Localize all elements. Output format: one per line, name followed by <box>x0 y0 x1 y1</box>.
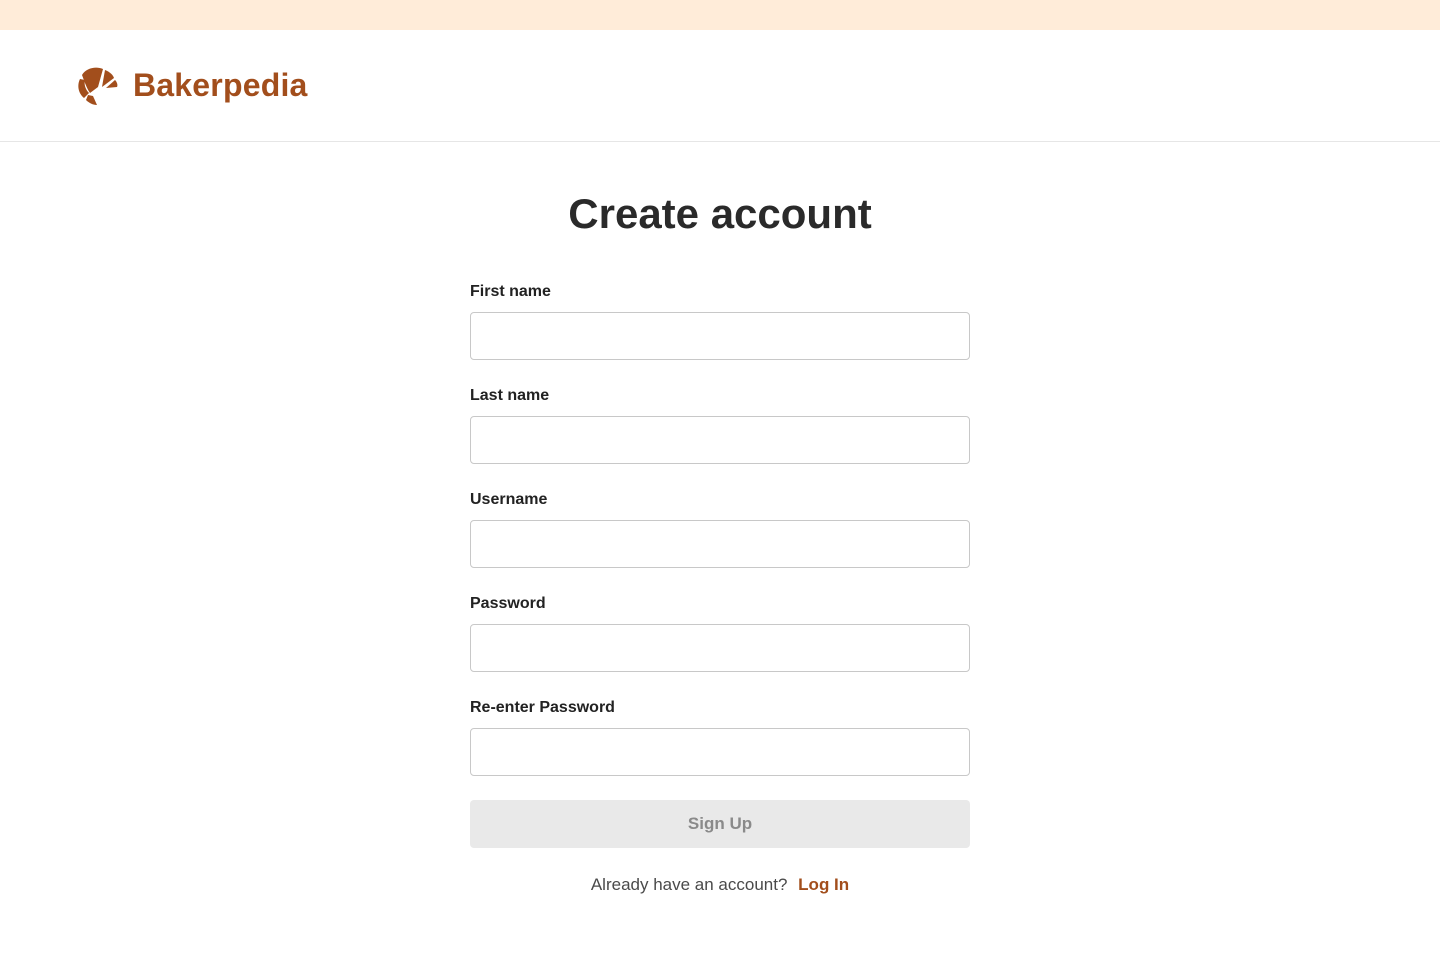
password-label: Password <box>470 595 546 612</box>
signup-form: First name Last name Username Password R… <box>470 282 970 848</box>
login-prompt-row: Already have an account? Log In <box>470 874 970 896</box>
first-name-input[interactable] <box>470 312 970 360</box>
site-header: Bakerpedia <box>0 30 1440 142</box>
password-input[interactable] <box>470 624 970 672</box>
page-title: Create account <box>568 190 872 237</box>
croissant-icon <box>78 67 118 105</box>
signup-main: Create account First name Last name User… <box>470 142 970 896</box>
brand-name: Bakerpedia <box>133 67 308 103</box>
last-name-label: Last name <box>470 387 550 404</box>
username-label: Username <box>470 491 548 508</box>
confirm-password-input[interactable] <box>470 728 970 776</box>
last-name-input[interactable] <box>470 416 970 464</box>
password-field: Password <box>470 594 970 672</box>
username-field: Username <box>470 490 970 568</box>
confirm-password-label: Re-enter Password <box>470 699 615 716</box>
confirm-password-field: Re-enter Password <box>470 698 970 776</box>
login-prompt-text: Already have an account? <box>590 875 788 894</box>
first-name-label: First name <box>470 283 551 300</box>
sign-up-button[interactable]: Sign Up <box>470 800 970 848</box>
log-in-link[interactable]: Log In <box>798 875 849 894</box>
first-name-field: First name <box>470 282 970 360</box>
username-input[interactable] <box>470 520 970 568</box>
last-name-field: Last name <box>470 386 970 464</box>
brand-logo-link[interactable]: Bakerpedia <box>76 65 308 107</box>
top-banner-strip <box>0 0 1440 30</box>
